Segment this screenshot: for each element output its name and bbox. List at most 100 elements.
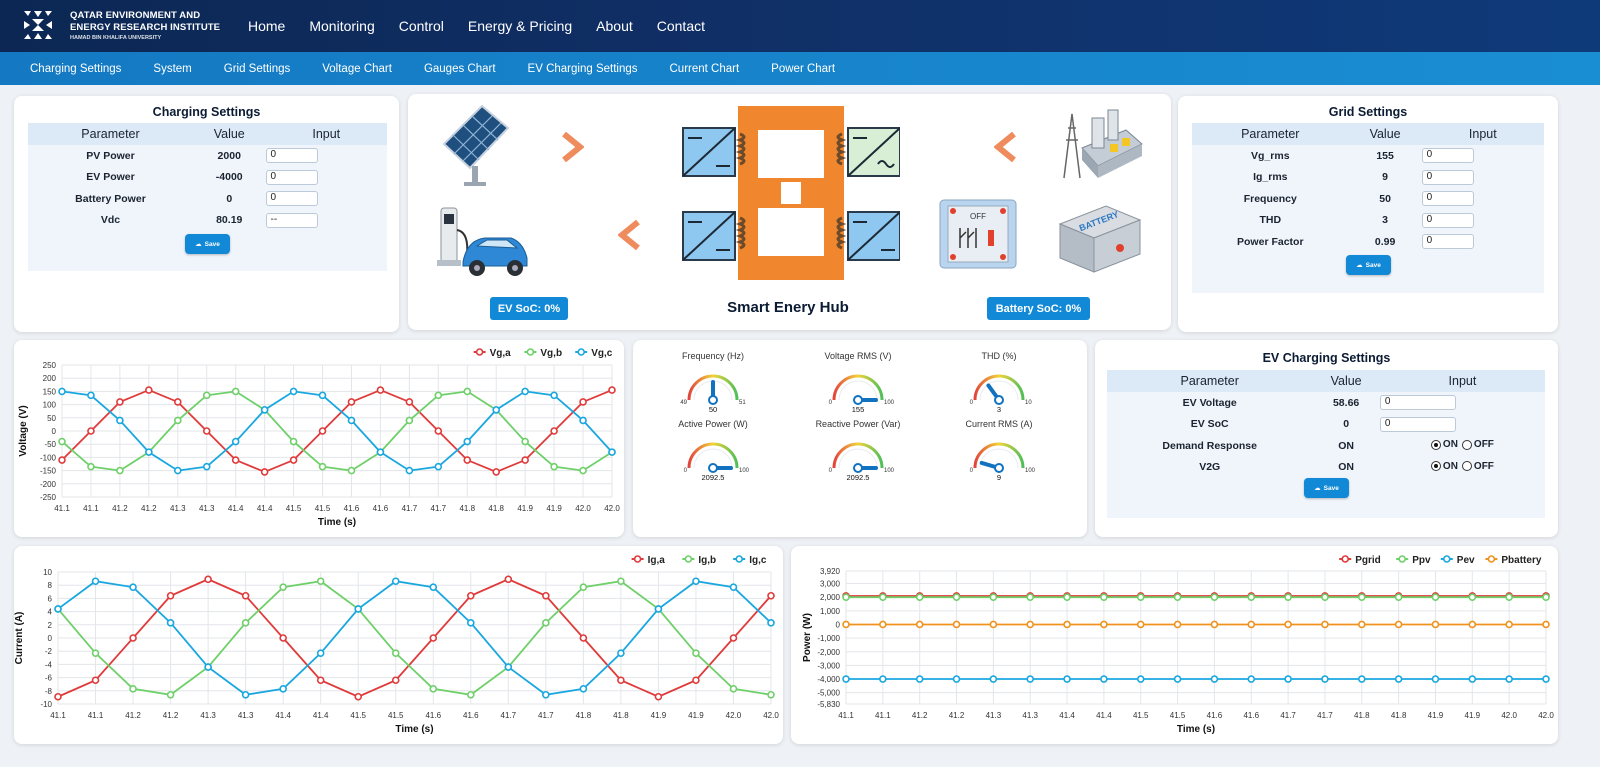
subnav-power-chart[interactable]: Power Chart: [771, 63, 835, 75]
y-tick-label: -50: [44, 440, 56, 449]
vdc-input[interactable]: --: [265, 212, 318, 228]
data-point: [391, 676, 400, 685]
nav-monitoring[interactable]: Monitoring: [306, 14, 377, 38]
nav-control[interactable]: Control: [396, 14, 447, 38]
subnav-charging-settings[interactable]: Charging Settings: [30, 63, 121, 75]
x-tick-label: 41.3: [238, 711, 254, 720]
v2g-on-radio[interactable]: ON: [1430, 461, 1458, 472]
data-point: [376, 448, 385, 456]
data-point: [91, 649, 100, 657]
data-point: [1210, 620, 1219, 629]
legend-marker: [1487, 555, 1496, 563]
brand-line-1: QATAR ENVIRONMENT AND: [70, 10, 201, 21]
nav-energy-pricing[interactable]: Energy & Pricing: [465, 14, 575, 38]
data-point: [87, 462, 95, 471]
subnav-current-chart[interactable]: Current Chart: [670, 63, 740, 75]
ig-rms-input[interactable]: 0: [1421, 169, 1474, 185]
ev-voltage-input[interactable]: 0: [1379, 395, 1456, 411]
thd-input[interactable]: 0: [1421, 212, 1474, 228]
col-input: Input: [1421, 123, 1544, 145]
data-point: [521, 387, 529, 396]
power-factor-input[interactable]: 0: [1421, 234, 1474, 250]
data-point: [842, 675, 850, 683]
data-point: [347, 416, 356, 425]
x-tick-label: 41.6: [1243, 711, 1259, 720]
data-point: [173, 416, 182, 425]
data-point: [1173, 620, 1182, 629]
x-tick-label: 41.3: [199, 504, 215, 513]
smart-energy-hub-card: OFF BATTERY EV SoC: 0% Smart Enery Hub B…: [408, 94, 1171, 330]
param-label: V2G: [1199, 461, 1221, 474]
data-point: [260, 468, 269, 476]
nav-contact[interactable]: Contact: [654, 14, 708, 38]
x-tick-label: 41.1: [83, 504, 99, 513]
gauge: 0 10 3: [970, 374, 1032, 414]
subnav-grid-settings[interactable]: Grid Settings: [224, 63, 290, 75]
battery-soc-badge: Battery SoC: 0%: [987, 297, 1090, 320]
data-point: [429, 583, 438, 591]
voltage-chart: 250 200 150 100 50 0 -50 -100 -150 -200 -250 41.1 41…: [18, 348, 620, 528]
data-point: [1394, 620, 1403, 629]
frequency-input[interactable]: 0: [1421, 191, 1474, 207]
x-tick-label: 41.4: [257, 504, 273, 513]
y-tick-label: -2,000: [817, 648, 840, 657]
x-tick-label: 41.9: [1428, 711, 1444, 720]
x-axis-label: Time (s): [1177, 724, 1215, 735]
subnav-gauges-chart[interactable]: Gauges Chart: [424, 63, 496, 75]
data-point: [429, 634, 438, 642]
data-point: [241, 619, 250, 627]
data-point: [1210, 593, 1219, 601]
pv-power-input[interactable]: 0: [265, 148, 318, 164]
ev-save-button[interactable]: ☁ Save: [1304, 478, 1349, 498]
data-point: [391, 649, 400, 657]
gauge-max: 51: [739, 400, 746, 406]
data-point: [279, 583, 287, 591]
nav-about[interactable]: About: [593, 14, 636, 38]
ev-soc-input[interactable]: 0: [1379, 416, 1456, 432]
data-point: [434, 462, 443, 471]
nav-home[interactable]: Home: [245, 14, 288, 38]
v2g-off-radio[interactable]: OFF: [1461, 461, 1494, 472]
table-row: Ig_rms 9 0: [1192, 167, 1544, 189]
x-tick-label: 41.7: [431, 504, 447, 513]
gauge-label: Voltage RMS (V): [824, 351, 892, 361]
data-point: [1100, 620, 1108, 629]
y-tick-label: -5,000: [817, 689, 840, 698]
demand-response-on-radio[interactable]: ON: [1430, 439, 1458, 450]
x-tick-label: 41.8: [1354, 711, 1370, 720]
param-label: EV Voltage: [1182, 396, 1237, 409]
data-point: [318, 391, 327, 400]
data-point: [405, 398, 414, 406]
grid-save-button[interactable]: ☁ Save: [1346, 255, 1391, 275]
ev-power-input[interactable]: 0: [265, 169, 318, 185]
table-row: Vg_rms 155 0: [1192, 145, 1544, 167]
gauge-value: 50: [709, 405, 717, 414]
y-tick-label: 2,000: [820, 593, 841, 602]
data-point: [1468, 675, 1477, 683]
subnav-voltage-chart[interactable]: Voltage Chart: [322, 63, 392, 75]
data-point: [429, 685, 438, 693]
battery-power-input[interactable]: 0: [265, 191, 318, 207]
x-tick-label: 41.8: [459, 504, 475, 513]
table-row: EV Voltage 58.66 0: [1107, 392, 1545, 414]
charging-save-button[interactable]: ☁ Save: [185, 234, 230, 254]
legend-label: Ig,c: [749, 555, 767, 566]
data-point: [463, 437, 472, 446]
cloud-upload-icon: ☁: [195, 241, 202, 248]
y-tick-label: 250: [43, 361, 57, 370]
main-nav: Home Monitoring Control Energy & Pricing…: [236, 0, 717, 52]
x-tick-label: 41.3: [986, 711, 1002, 720]
data-point: [1321, 675, 1329, 683]
x-tick-label: 41.7: [1317, 711, 1333, 720]
table-row: Demand Response ON ON OFF: [1107, 435, 1545, 457]
x-tick-label: 41.8: [576, 711, 592, 720]
subnav-system[interactable]: System: [153, 63, 191, 75]
data-point: [202, 427, 211, 435]
brand-line-2: ENERGY RESEARCH INSTITUTE: [70, 22, 221, 33]
y-tick-label: -200: [40, 480, 57, 489]
subnav-ev-charging-settings[interactable]: EV Charging Settings: [528, 63, 638, 75]
y-tick-label: -4,000: [817, 675, 840, 684]
grid-settings-card: Grid Settings Parameter Value Input Vg_r…: [1178, 96, 1558, 332]
vg-rms-input[interactable]: 0: [1421, 148, 1474, 164]
demand-response-off-radio[interactable]: OFF: [1461, 439, 1494, 450]
